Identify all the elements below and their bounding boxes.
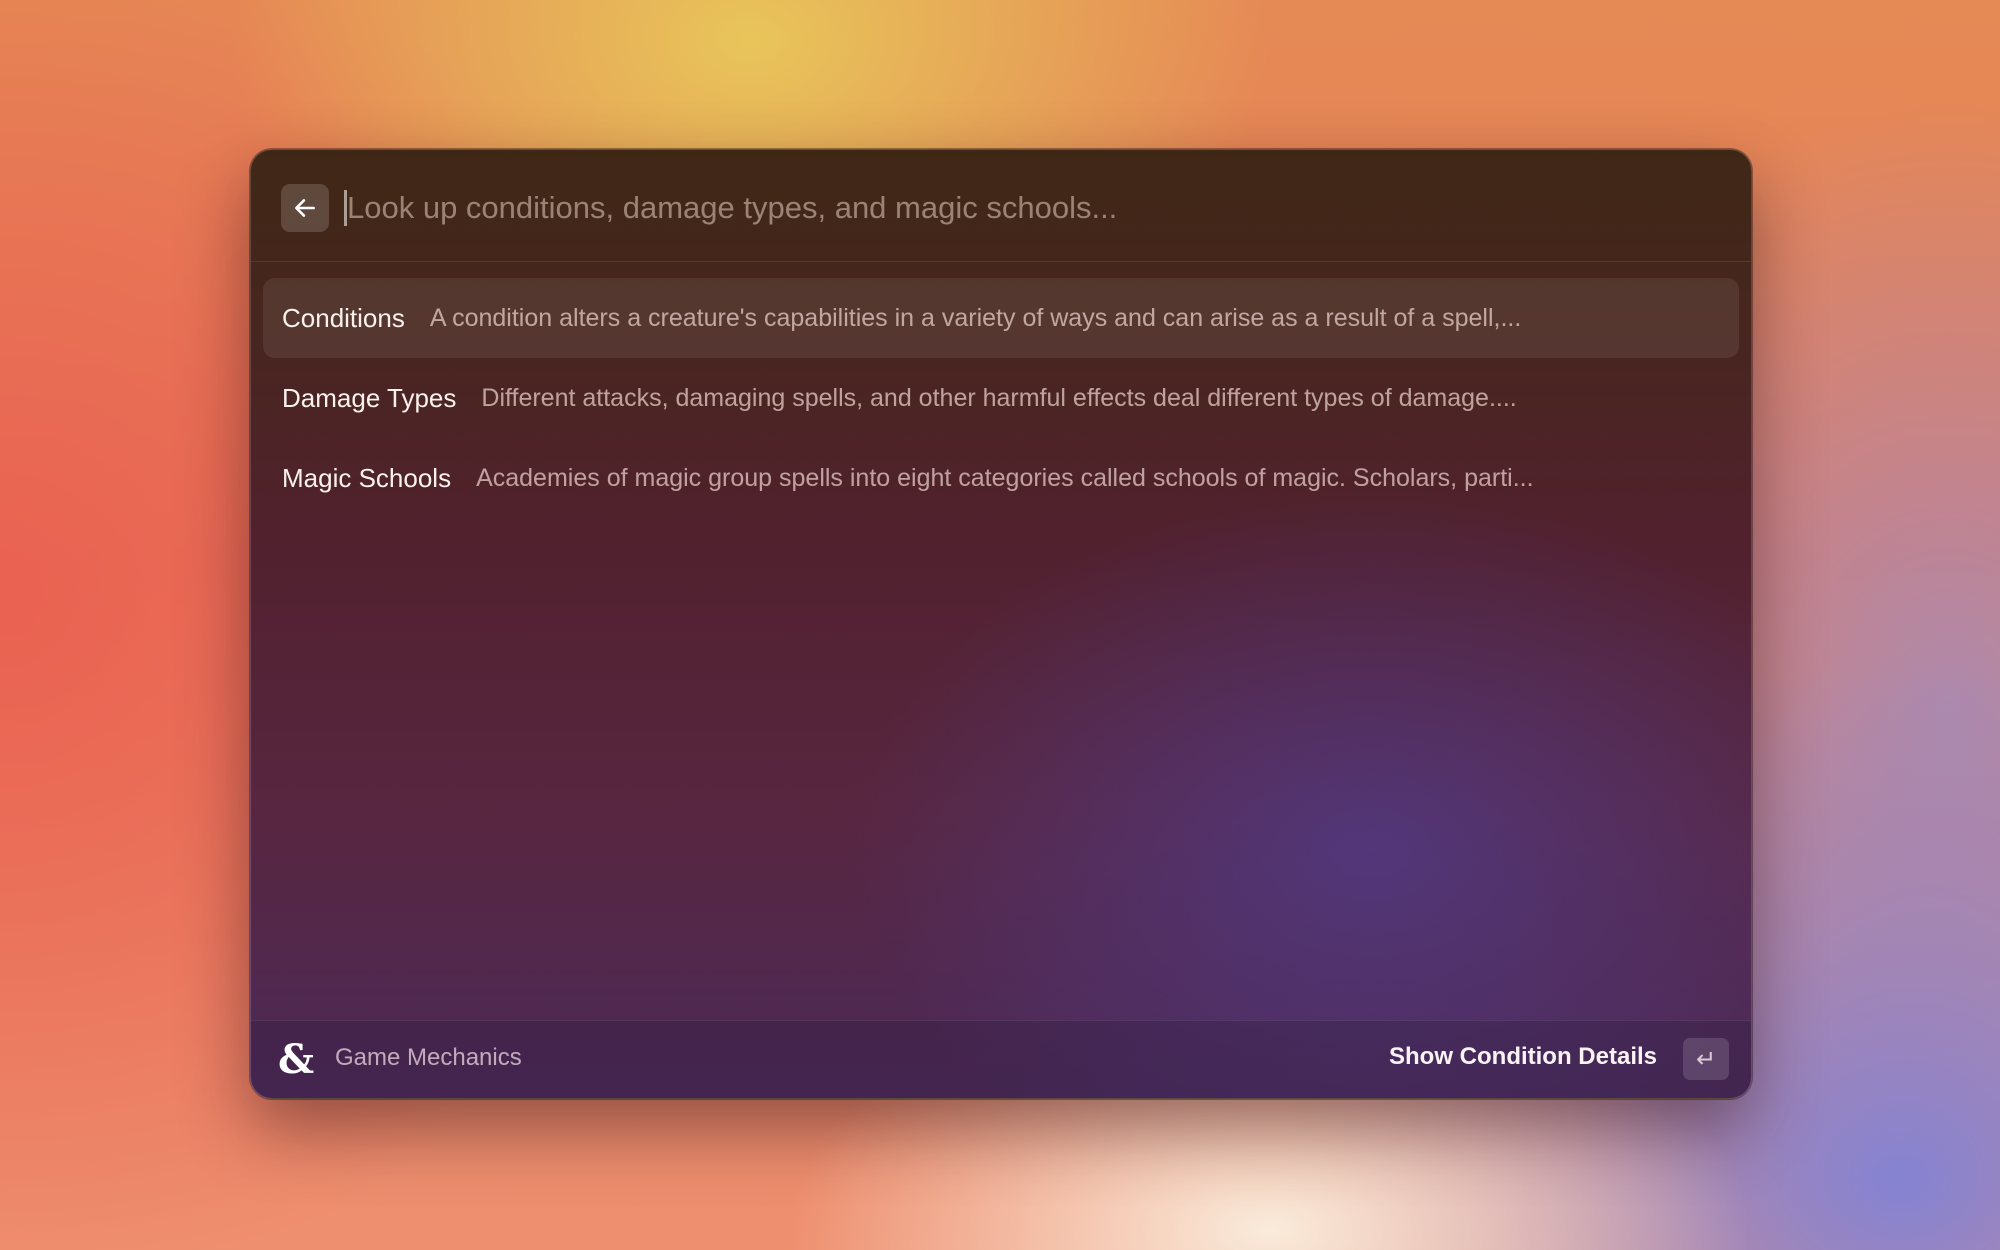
action-bar: & Game Mechanics Show Condition Details … <box>251 1020 1751 1098</box>
back-button[interactable] <box>281 184 329 232</box>
return-key-icon[interactable]: ↵ <box>1683 1038 1729 1080</box>
list-item-title: Magic Schools <box>282 462 452 493</box>
search-bar <box>251 150 1751 262</box>
arrow-left-icon <box>295 199 315 217</box>
list-item-title: Damage Types <box>282 382 457 413</box>
list-item-description: Academies of magic group spells into eig… <box>476 463 1534 492</box>
dnd-ampersand-icon: & <box>277 1035 315 1083</box>
list-item-magic-schools[interactable]: Magic Schools Academies of magic group s… <box>263 438 1739 518</box>
list-item-description: A condition alters a creature's capabili… <box>429 303 1522 332</box>
list-item-conditions[interactable]: Conditions A condition alters a creature… <box>263 278 1739 358</box>
primary-action-button[interactable]: Show Condition Details <box>1389 1043 1657 1071</box>
extension-name: Game Mechanics <box>335 1044 522 1071</box>
launcher-window: Conditions A condition alters a creature… <box>250 149 1752 1099</box>
results-list: Conditions A condition alters a creature… <box>263 278 1739 518</box>
list-item-damage-types[interactable]: Damage Types Different attacks, damaging… <box>263 358 1739 438</box>
list-item-description: Different attacks, damaging spells, and … <box>481 383 1517 412</box>
search-input[interactable] <box>347 180 1717 236</box>
list-item-title: Conditions <box>282 302 405 333</box>
